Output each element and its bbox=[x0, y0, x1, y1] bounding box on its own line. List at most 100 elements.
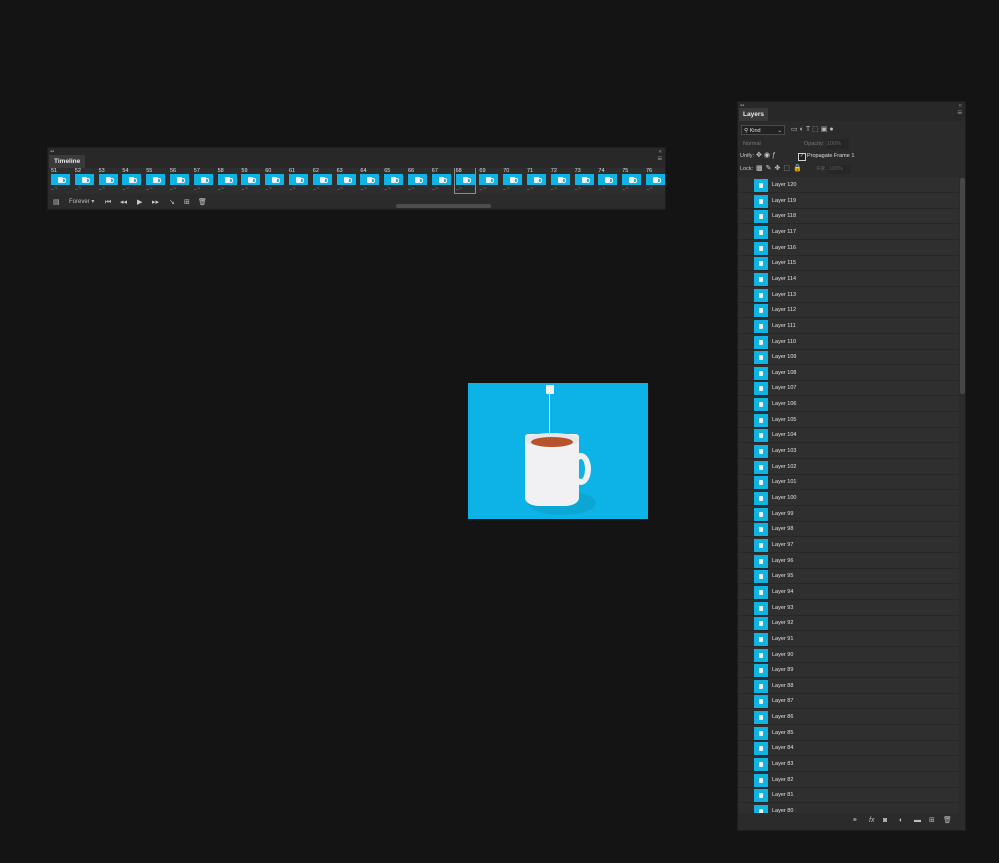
frame-delay[interactable]: ... ~ bbox=[218, 186, 224, 193]
layer-row[interactable]: Layer 90 bbox=[738, 648, 959, 663]
layer-name[interactable]: Layer 111 bbox=[772, 319, 796, 334]
frame-delay[interactable]: ... ~ bbox=[575, 186, 581, 193]
visibility-toggle-icon[interactable] bbox=[741, 510, 750, 519]
layer-name[interactable]: Layer 116 bbox=[772, 241, 796, 256]
timeline-frame[interactable]: 66... ~ bbox=[406, 168, 428, 194]
frame-delay[interactable]: ... ~ bbox=[503, 186, 509, 193]
timeline-frame[interactable]: 70... ~ bbox=[501, 168, 523, 194]
frame-delay[interactable]: ... ~ bbox=[456, 186, 462, 193]
layer-row[interactable]: Layer 85 bbox=[738, 726, 959, 741]
layer-name[interactable]: Layer 88 bbox=[772, 679, 793, 694]
first-frame-icon[interactable]: ⏮ bbox=[105, 198, 111, 207]
layer-name[interactable]: Layer 109 bbox=[772, 350, 796, 365]
timeline-frame[interactable]: 68... ~ bbox=[453, 168, 476, 194]
visibility-toggle-icon[interactable] bbox=[741, 713, 750, 722]
visibility-toggle-icon[interactable] bbox=[741, 244, 750, 253]
frame-delay[interactable]: ... ~ bbox=[313, 186, 319, 193]
next-frame-icon[interactable]: ▸▸ bbox=[152, 198, 159, 207]
layer-row[interactable]: Layer 91 bbox=[738, 632, 959, 647]
visibility-toggle-icon[interactable] bbox=[741, 494, 750, 503]
timeline-titlebar[interactable]: ▪▪ « Timeline ≡ bbox=[48, 148, 665, 168]
duplicate-frame-icon[interactable]: ⊞ bbox=[184, 198, 190, 207]
layer-name[interactable]: Layer 84 bbox=[772, 741, 793, 756]
visibility-toggle-icon[interactable] bbox=[741, 651, 750, 660]
new-layer-icon[interactable]: ⊞ bbox=[929, 816, 935, 826]
layer-name[interactable]: Layer 91 bbox=[772, 632, 793, 647]
layer-row[interactable]: Layer 115 bbox=[738, 256, 959, 272]
layers-scrollbar-thumb[interactable] bbox=[960, 178, 965, 394]
visibility-toggle-icon[interactable] bbox=[741, 384, 750, 393]
visibility-toggle-icon[interactable] bbox=[741, 729, 750, 738]
unify-style-icon[interactable]: ƒ bbox=[772, 152, 778, 159]
layer-row[interactable]: Layer 104 bbox=[738, 428, 959, 444]
layer-name[interactable]: Layer 100 bbox=[772, 491, 796, 506]
frame-delay[interactable]: ... ~ bbox=[337, 186, 343, 193]
timeline-scrollbar[interactable] bbox=[396, 204, 491, 208]
visibility-toggle-icon[interactable] bbox=[741, 353, 750, 362]
visibility-toggle-icon[interactable] bbox=[741, 557, 750, 566]
frame-delay[interactable]: ... ~ bbox=[170, 186, 176, 193]
visibility-toggle-icon[interactable] bbox=[741, 541, 750, 550]
layer-name[interactable]: Layer 87 bbox=[772, 694, 793, 709]
timeline-frame[interactable]: 53... ~ bbox=[97, 168, 119, 194]
visibility-toggle-icon[interactable] bbox=[741, 463, 750, 472]
layer-row[interactable]: Layer 111 bbox=[738, 319, 959, 334]
delete-frame-icon[interactable]: 🗑 bbox=[198, 198, 207, 207]
timeline-frame[interactable]: 75... ~ bbox=[620, 168, 642, 194]
layer-row[interactable]: Layer 81 bbox=[738, 788, 959, 804]
layer-row[interactable]: Layer 96 bbox=[738, 554, 959, 569]
layer-row[interactable]: Layer 116 bbox=[738, 241, 959, 256]
add-mask-icon[interactable]: ◙ bbox=[883, 816, 887, 826]
tab-layers[interactable]: Layers bbox=[739, 108, 768, 121]
frame-delay[interactable]: ... ~ bbox=[646, 186, 652, 193]
panel-menu-icon[interactable]: ≡ bbox=[657, 155, 662, 163]
timeline-frame[interactable]: 59... ~ bbox=[239, 168, 261, 194]
layer-row[interactable]: Layer 97 bbox=[738, 538, 959, 553]
layer-row[interactable]: Layer 92 bbox=[738, 616, 959, 632]
layer-name[interactable]: Layer 86 bbox=[772, 710, 793, 725]
layer-name[interactable]: Layer 98 bbox=[772, 522, 793, 537]
layer-row[interactable]: Layer 105 bbox=[738, 413, 959, 428]
layer-row[interactable]: Layer 88 bbox=[738, 679, 959, 694]
layer-name[interactable]: Layer 117 bbox=[772, 225, 796, 240]
layer-name[interactable]: Layer 90 bbox=[772, 648, 793, 663]
lock-pixels-icon[interactable]: ✎ bbox=[766, 165, 775, 172]
layer-row[interactable]: Layer 106 bbox=[738, 397, 959, 413]
layer-name[interactable]: Layer 103 bbox=[772, 444, 796, 459]
document-canvas[interactable] bbox=[468, 383, 648, 519]
layer-row[interactable]: Layer 110 bbox=[738, 335, 959, 350]
frame-delay[interactable]: ... ~ bbox=[432, 186, 438, 193]
timeline-frame[interactable]: 71... ~ bbox=[525, 168, 547, 194]
visibility-toggle-icon[interactable] bbox=[741, 572, 750, 581]
layer-name[interactable]: Layer 104 bbox=[772, 428, 796, 443]
timeline-frame[interactable]: 67... ~ bbox=[430, 168, 452, 194]
layer-row[interactable]: Layer 109 bbox=[738, 350, 959, 366]
visibility-toggle-icon[interactable] bbox=[741, 369, 750, 378]
layer-name[interactable]: Layer 85 bbox=[772, 726, 793, 741]
unify-position-icon[interactable]: ✥ bbox=[756, 152, 764, 159]
layer-row[interactable]: Layer 118 bbox=[738, 209, 959, 225]
visibility-toggle-icon[interactable] bbox=[741, 791, 750, 800]
layer-name[interactable]: Layer 107 bbox=[772, 381, 796, 396]
convert-to-video-timeline-icon[interactable]: ▤ bbox=[53, 198, 60, 207]
layer-row[interactable]: Layer 94 bbox=[738, 585, 959, 600]
visibility-toggle-icon[interactable] bbox=[741, 181, 750, 190]
tab-timeline[interactable]: Timeline bbox=[49, 155, 86, 168]
frame-delay[interactable]: ... ~ bbox=[622, 186, 628, 193]
visibility-toggle-icon[interactable] bbox=[741, 697, 750, 706]
visibility-toggle-icon[interactable] bbox=[741, 197, 750, 206]
timeline-frame[interactable]: 51... ~ bbox=[49, 168, 71, 194]
layer-row[interactable]: Layer 86 bbox=[738, 710, 959, 726]
timeline-frame[interactable]: 54... ~ bbox=[120, 168, 142, 194]
layer-name[interactable]: Layer 81 bbox=[772, 788, 793, 803]
layer-name[interactable]: Layer 96 bbox=[772, 554, 793, 569]
visibility-toggle-icon[interactable] bbox=[741, 338, 750, 347]
visibility-toggle-icon[interactable] bbox=[741, 400, 750, 409]
frame-delay[interactable]: ... ~ bbox=[289, 186, 295, 193]
timeline-frame[interactable]: 55... ~ bbox=[144, 168, 166, 194]
layer-row[interactable]: Layer 84 bbox=[738, 741, 959, 757]
frame-delay[interactable]: ... ~ bbox=[360, 186, 366, 193]
opacity-field[interactable]: 100% bbox=[827, 139, 849, 149]
layer-name[interactable]: Layer 82 bbox=[772, 773, 793, 788]
visibility-toggle-icon[interactable] bbox=[741, 604, 750, 613]
